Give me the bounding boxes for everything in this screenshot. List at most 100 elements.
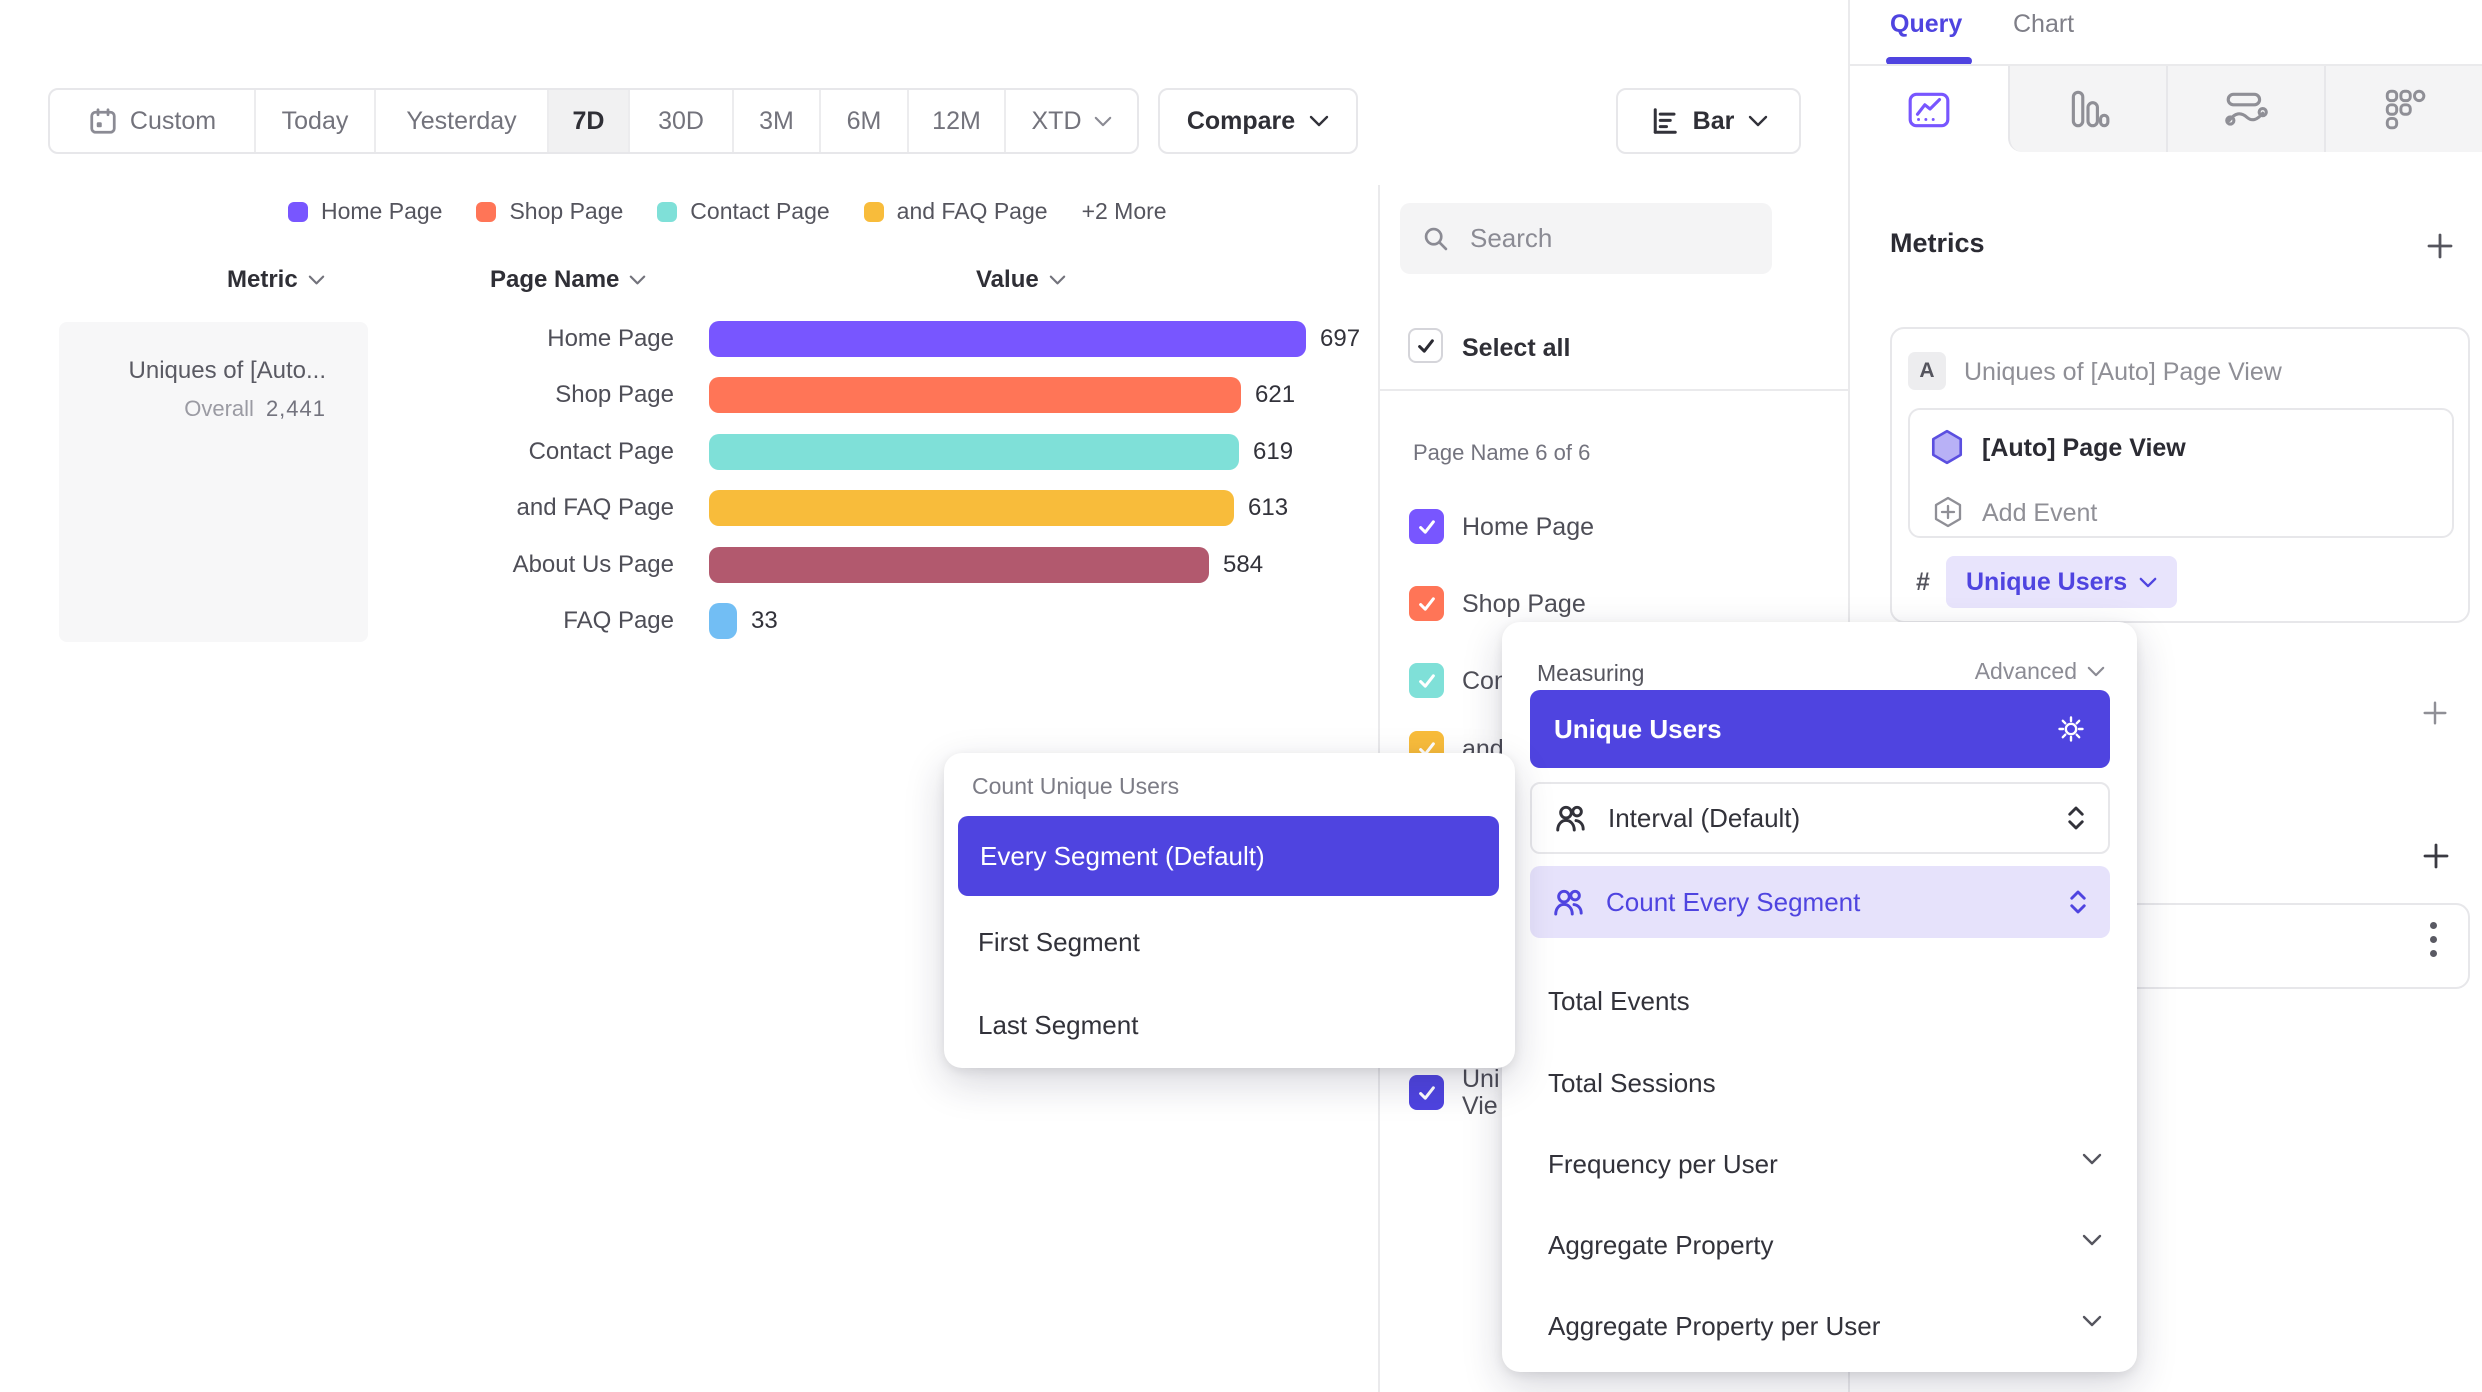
add-breakdown-plus-icon[interactable] <box>2420 840 2452 872</box>
date-range-custom[interactable]: Custom <box>50 90 254 152</box>
date-range-xtd[interactable]: XTD <box>1004 90 1137 152</box>
horizontal-bar-chart-icon <box>1649 106 1679 136</box>
date-range-3m[interactable]: 3M <box>732 90 819 152</box>
table-row: and FAQ Page613 <box>0 490 1378 526</box>
measuring-label: Measuring <box>1537 660 1644 687</box>
search-input[interactable]: Search <box>1400 203 1772 274</box>
calendar-icon <box>88 106 118 136</box>
filter-checkbox-contact-page[interactable] <box>1409 663 1444 698</box>
measure-option-frequency-per-user[interactable]: Frequency per User <box>1548 1149 1778 1180</box>
legend-more[interactable]: +2 More <box>1082 198 1167 225</box>
measure-option-total-sessions[interactable]: Total Sessions <box>1548 1068 1716 1099</box>
bar-and-faq-page[interactable] <box>709 490 1234 526</box>
option-first-segment[interactable]: First Segment <box>978 927 1140 958</box>
event-hexagon-icon <box>1928 428 1966 466</box>
legend-item[interactable]: Shop Page <box>476 198 623 225</box>
measure-option-aggregate-property[interactable]: Aggregate Property <box>1548 1230 1773 1261</box>
chevron-down-icon <box>1309 115 1329 127</box>
filter-checkbox-shop-page[interactable] <box>1409 586 1444 621</box>
chevron-down-icon[interactable] <box>2082 1315 2102 1327</box>
chevron-down-icon[interactable] <box>2082 1153 2102 1165</box>
column-header-value[interactable]: Value <box>976 266 1066 294</box>
date-range-today[interactable]: Today <box>254 90 374 152</box>
table-row: Home Page697 <box>0 321 1378 357</box>
measuring-popup: Measuring Advanced Unique Users Interval… <box>1502 622 2137 1372</box>
filter-checkbox-uniques[interactable] <box>1409 1075 1444 1110</box>
legend-swatch <box>864 202 884 222</box>
date-range-yesterday[interactable]: Yesterday <box>374 90 547 152</box>
dot-funnel-icon <box>2381 86 2427 132</box>
chevron-down-icon <box>629 275 646 285</box>
measure-option-total-events[interactable]: Total Events <box>1548 986 1690 1017</box>
chevron-down-icon <box>2087 666 2105 677</box>
add-event-label[interactable]: Add Event <box>1982 499 2097 528</box>
legend-swatch <box>476 202 496 222</box>
check-icon <box>1416 1082 1438 1104</box>
table-row: FAQ Page33 <box>0 603 1378 639</box>
filter-item-label[interactable]: Home Page <box>1462 513 1594 542</box>
column-header-page-name[interactable]: Page Name <box>490 266 646 294</box>
add-event-icon[interactable] <box>1930 494 1966 530</box>
interval-selector-row[interactable]: Interval (Default) <box>1530 782 2110 854</box>
stepper-icon[interactable] <box>2066 805 2086 831</box>
bar-home-page[interactable] <box>709 321 1306 357</box>
chevron-down-icon <box>1094 116 1112 127</box>
tab-query[interactable]: Query <box>1890 10 1962 39</box>
date-range-segmented-control: Custom Today Yesterday 7D 30D 3M 6M 12M … <box>48 88 1139 154</box>
legend-item[interactable]: and FAQ Page <box>864 198 1048 225</box>
table-row: About Us Page584 <box>0 547 1378 583</box>
filter-checkbox-home-page[interactable] <box>1409 509 1444 544</box>
advanced-toggle[interactable]: Advanced <box>1975 658 2105 685</box>
filter-item-label[interactable]: Shop Page <box>1462 590 1586 619</box>
chevron-down-icon[interactable] <box>2082 1234 2102 1246</box>
date-range-6m[interactable]: 6M <box>819 90 907 152</box>
chart-legend: Home Page Shop Page Contact Page and FAQ… <box>288 198 1167 225</box>
kebab-menu-icon[interactable] <box>2430 922 2437 957</box>
date-range-12m[interactable]: 12M <box>907 90 1004 152</box>
bar-contact-page[interactable] <box>709 434 1239 470</box>
users-icon <box>1552 886 1584 918</box>
check-icon <box>1415 335 1437 357</box>
date-range-7d[interactable]: 7D <box>547 90 628 152</box>
select-all-checkbox[interactable] <box>1408 328 1443 363</box>
table-row: Contact Page619 <box>0 434 1378 470</box>
metric-letter-badge: A <box>1908 352 1946 390</box>
add-filter-plus-icon[interactable] <box>2420 698 2450 728</box>
aggregation-chip[interactable]: Unique Users <box>1946 556 2177 608</box>
measure-option-aggregate-property-per-user[interactable]: Aggregate Property per User <box>1548 1311 1880 1342</box>
add-metric-plus-icon[interactable] <box>2424 230 2456 262</box>
column-header-metric[interactable]: Metric <box>227 266 325 294</box>
report-tab-insights[interactable] <box>1850 66 2008 152</box>
legend-item[interactable]: Contact Page <box>657 198 829 225</box>
report-tab-flows[interactable] <box>2166 66 2324 152</box>
option-last-segment[interactable]: Last Segment <box>978 1010 1138 1041</box>
check-icon <box>1416 593 1438 615</box>
chart-type-dropdown[interactable]: Bar <box>1616 88 1801 154</box>
date-range-30d[interactable]: 30D <box>628 90 732 152</box>
metrics-heading: Metrics <box>1890 228 1985 259</box>
filter-group-label: Page Name 6 of 6 <box>1413 440 1590 466</box>
gear-icon[interactable] <box>2056 714 2086 744</box>
filter-item-label[interactable]: UniVie <box>1462 1066 1500 1120</box>
report-tab-funnels[interactable] <box>2008 66 2166 152</box>
metric-summary-card[interactable]: Uniques of [Auto... Overall2,441 <box>59 322 368 642</box>
tab-chart[interactable]: Chart <box>2013 10 2074 39</box>
chevron-down-icon <box>308 275 325 285</box>
option-every-segment[interactable]: Every Segment (Default) <box>958 816 1499 896</box>
legend-item[interactable]: Home Page <box>288 198 442 225</box>
bar-about-us-page[interactable] <box>709 547 1209 583</box>
report-tab-retention[interactable] <box>2324 66 2482 152</box>
select-all-label[interactable]: Select all <box>1462 334 1570 363</box>
bar-shop-page[interactable] <box>709 377 1241 413</box>
app-root: Custom Today Yesterday 7D 30D 3M 6M 12M … <box>0 0 2482 1392</box>
bar-faq-page[interactable] <box>709 603 737 639</box>
compare-button[interactable]: Compare <box>1158 88 1358 154</box>
stepper-icon[interactable] <box>2068 889 2088 915</box>
filter-divider <box>1378 389 1848 391</box>
chevron-down-icon <box>2139 577 2157 588</box>
count-every-segment-row[interactable]: Count Every Segment <box>1530 866 2110 938</box>
count-unique-users-popup: Count Unique Users Every Segment (Defaul… <box>944 753 1515 1068</box>
chevron-down-icon <box>1049 275 1066 285</box>
event-name[interactable]: [Auto] Page View <box>1982 434 2186 463</box>
measure-unique-users-selected[interactable]: Unique Users <box>1530 690 2110 768</box>
